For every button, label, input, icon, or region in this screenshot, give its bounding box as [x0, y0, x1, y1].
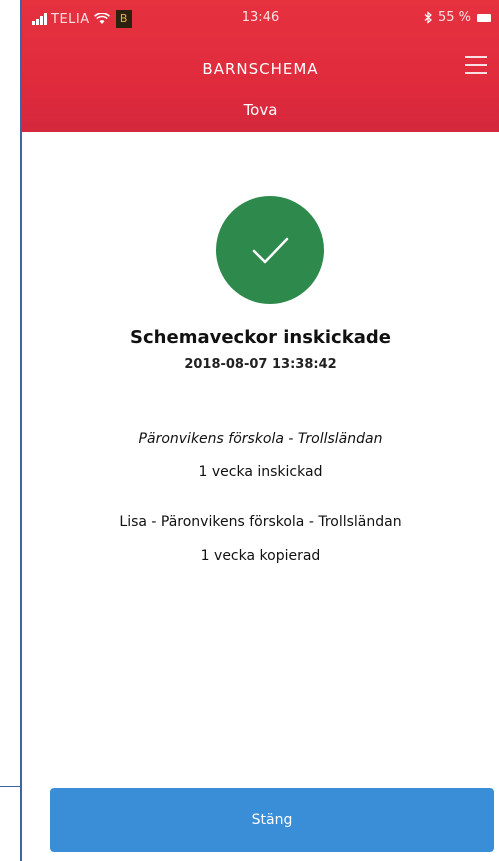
child-name: Tova — [243, 101, 278, 119]
close-button[interactable]: Stäng — [50, 788, 494, 852]
bluetooth-icon — [424, 11, 432, 24]
page: TELIA B 13:46 55 % BARNSCHEMA Tova Schem… — [0, 0, 499, 861]
phone-screen: TELIA B 13:46 55 % BARNSCHEMA Tova Schem… — [22, 0, 499, 861]
status-right: 55 % — [424, 10, 491, 25]
battery-icon — [477, 13, 491, 22]
submission-timestamp: 2018-08-07 13:38:42 — [184, 357, 337, 372]
status-bar: TELIA B 13:46 55 % — [22, 0, 499, 36]
success-check-icon — [216, 196, 324, 304]
app-header: TELIA B 13:46 55 % BARNSCHEMA Tova — [22, 0, 499, 132]
confirmation-title: Schemaveckor inskickade — [130, 327, 391, 348]
app-title: BARNSCHEMA — [202, 60, 319, 78]
hamburger-menu-icon[interactable] — [465, 56, 487, 74]
submitted-count: 1 vecka inskickad — [198, 464, 323, 480]
battery-percent: 55 % — [437, 10, 471, 25]
submitted-school: Päronvikens förskola - Trollsländan — [138, 431, 383, 447]
copied-school: Lisa - Päronvikens förskola - Trollsländ… — [119, 514, 402, 530]
copied-count: 1 vecka kopierad — [200, 548, 321, 564]
